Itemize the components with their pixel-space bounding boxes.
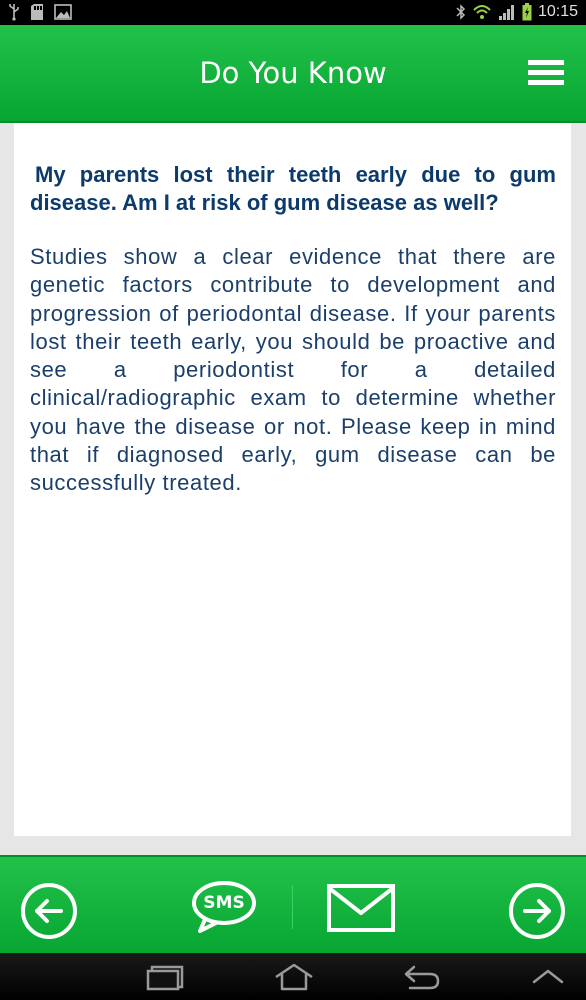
action-divider — [292, 885, 293, 929]
battery-icon — [522, 3, 532, 21]
sd-card-icon — [31, 4, 43, 20]
status-icons-right: 10:15 — [456, 2, 578, 22]
recent-apps-icon[interactable] — [146, 965, 186, 991]
arrow-left-circle-icon[interactable] — [19, 881, 79, 941]
page-title: Do You Know — [199, 56, 387, 90]
home-icon[interactable] — [273, 963, 315, 991]
usb-icon — [9, 4, 19, 21]
menu-bar — [528, 80, 564, 85]
chevron-up-icon[interactable] — [530, 967, 566, 985]
article-card: My parents lost their teeth early due to… — [14, 123, 571, 836]
action-bar: SMS — [0, 855, 586, 955]
app-header: Do You Know — [0, 25, 586, 123]
menu-bar — [528, 60, 564, 65]
status-time: 10:15 — [537, 3, 578, 20]
arrow-right-circle-icon[interactable] — [507, 881, 567, 941]
status-bar: 10:15 — [0, 0, 586, 25]
system-nav-bar — [0, 953, 586, 1000]
sms-button[interactable]: SMS — [190, 879, 258, 935]
back-icon[interactable] — [402, 965, 442, 991]
image-icon — [54, 4, 72, 20]
bluetooth-icon — [456, 4, 466, 20]
question-text: My parents lost their teeth early due to… — [30, 162, 556, 215]
status-icons-left — [8, 3, 72, 21]
wifi-icon — [473, 5, 491, 19]
answer-text: Studies show a clear evidence that there… — [30, 244, 556, 496]
signal-icon — [498, 5, 514, 20]
hamburger-menu-icon[interactable] — [528, 60, 566, 86]
envelope-icon[interactable] — [326, 883, 396, 933]
sms-label: SMS — [203, 893, 245, 913]
menu-bar — [528, 70, 564, 75]
